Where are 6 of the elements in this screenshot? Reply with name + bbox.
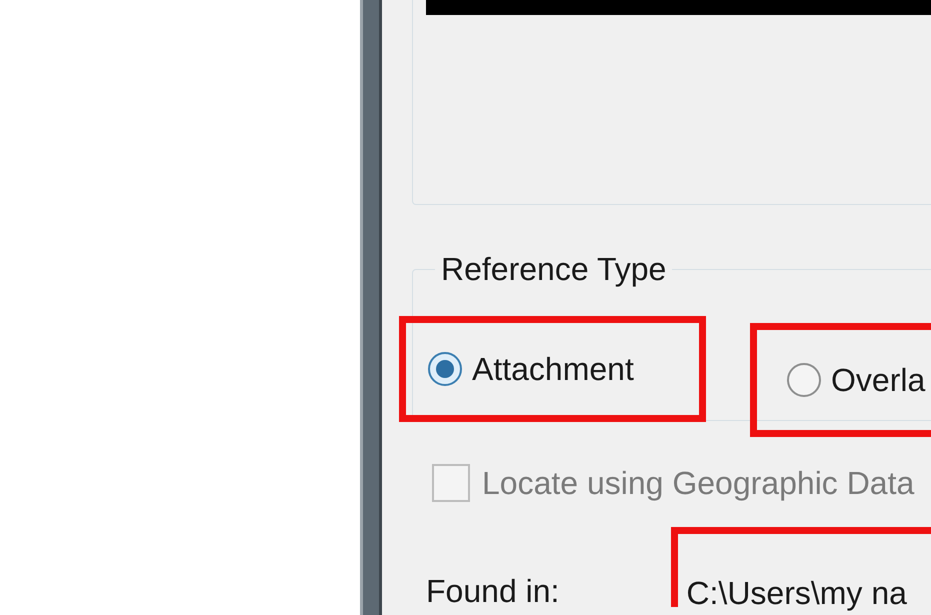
path-field[interactable]: C:\Users\my na <box>686 569 907 615</box>
checkbox-label: Locate using Geographic Data <box>482 464 914 503</box>
radio-button[interactable]: Attachment <box>428 345 634 393</box>
radio-button[interactable]: Overla <box>787 356 926 404</box>
group-title: Reference Type <box>441 251 666 287</box>
found-in-label: Found in: <box>426 572 560 611</box>
